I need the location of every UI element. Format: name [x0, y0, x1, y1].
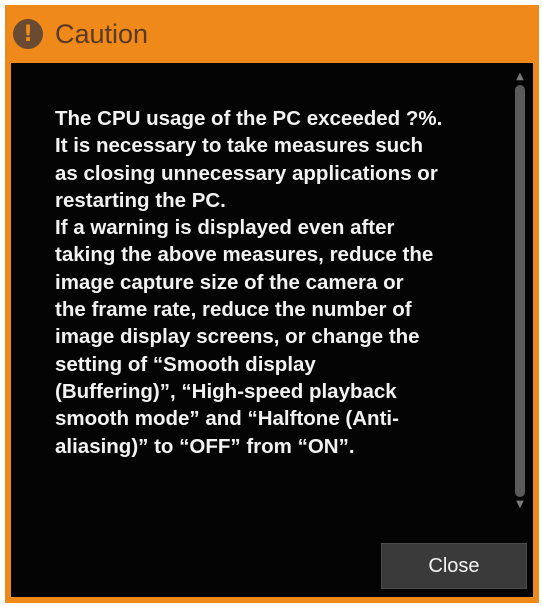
dialog-titlebar: ! Caution	[11, 5, 533, 63]
vertical-scrollbar[interactable]: ▲ ▼	[513, 71, 527, 511]
exclamation-icon: !	[13, 19, 43, 49]
scroll-up-arrow-icon[interactable]: ▲	[513, 71, 527, 83]
caution-message: The CPU usage of the PC exceeded ?%. It …	[55, 107, 443, 458]
dialog-title: Caution	[55, 18, 149, 49]
caution-dialog: ! Caution The CPU usage of the PC exceed…	[5, 5, 539, 603]
close-button[interactable]: Close	[381, 543, 527, 589]
scroll-thumb[interactable]	[515, 85, 525, 497]
dialog-body: The CPU usage of the PC exceeded ?%. It …	[11, 63, 533, 597]
scroll-down-arrow-icon[interactable]: ▼	[513, 499, 527, 511]
